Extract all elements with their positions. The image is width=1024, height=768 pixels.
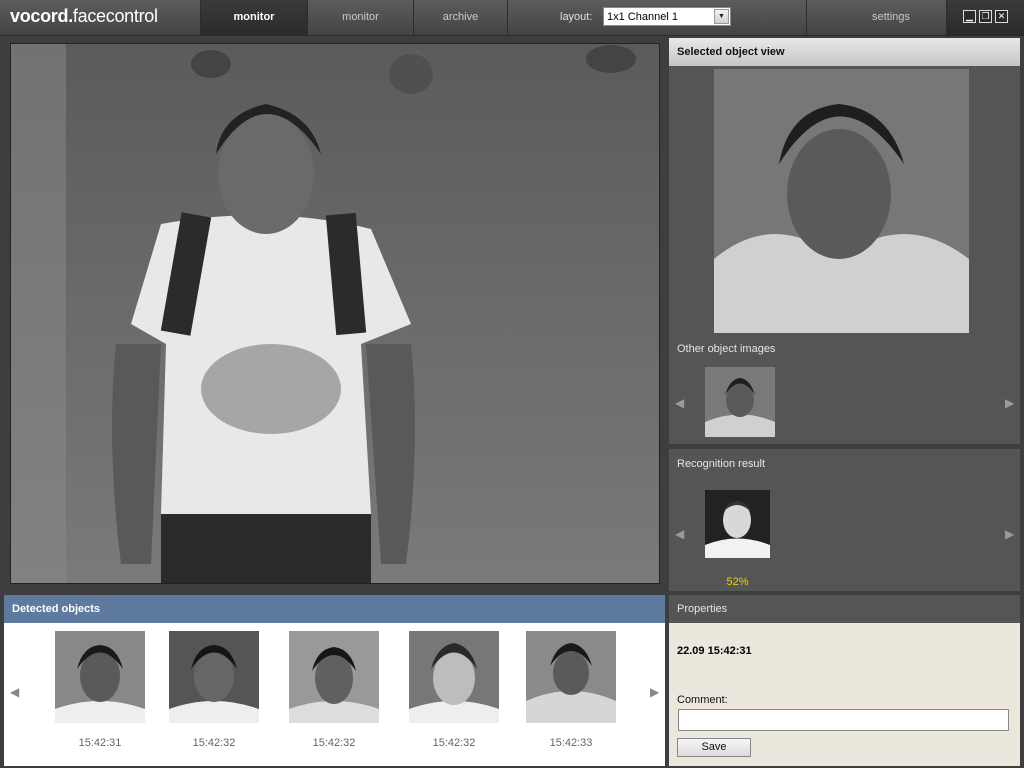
comment-label: Comment: bbox=[677, 694, 728, 706]
detected-time-5: 15:42:33 bbox=[549, 737, 593, 749]
restore-icon[interactable]: ❐ bbox=[979, 10, 992, 23]
chevron-right-icon[interactable]: ▶ bbox=[1005, 396, 1014, 410]
recognition-panel: Recognition result ◀ 52% ▶ bbox=[669, 449, 1020, 591]
chevron-right-icon[interactable]: ▶ bbox=[650, 685, 659, 699]
video-frame-image bbox=[11, 44, 659, 583]
chevron-left-icon[interactable]: ◀ bbox=[675, 527, 684, 541]
settings-link[interactable]: settings bbox=[872, 11, 910, 23]
recognition-title: Recognition result bbox=[677, 458, 766, 470]
layout-select-value: 1x1 Channel 1 bbox=[607, 11, 678, 23]
close-icon[interactable]: ✕ bbox=[995, 10, 1008, 23]
other-object-thumbnail[interactable] bbox=[705, 367, 775, 437]
detected-time-2: 15:42:32 bbox=[192, 737, 236, 749]
layout-select[interactable]: 1x1 Channel 1 ▼ bbox=[603, 7, 731, 26]
properties-panel: Properties 22.09 15:42:31 Comment: Save bbox=[669, 595, 1020, 766]
recognition-match-image[interactable] bbox=[705, 490, 770, 558]
tab-archive[interactable]: archive bbox=[413, 0, 508, 35]
object-datetime: 22.09 15:42:31 bbox=[677, 645, 752, 657]
tab-monitor[interactable]: monitor bbox=[307, 0, 413, 35]
detected-face-5[interactable] bbox=[526, 631, 616, 723]
window-controls: ▁ ❐ ✕ bbox=[946, 0, 1024, 35]
layout-label: layout: bbox=[560, 11, 593, 23]
chevron-left-icon[interactable]: ◀ bbox=[10, 685, 19, 699]
selected-object-title: Selected object view bbox=[669, 38, 1020, 66]
tab-monitor-active[interactable]: monitor bbox=[200, 0, 307, 35]
detected-time-3: 15:42:32 bbox=[312, 737, 356, 749]
detected-face-2[interactable] bbox=[169, 631, 259, 723]
detected-objects-panel: Detected objects ◀ 15:42:31 15:42:32 15:… bbox=[4, 595, 665, 766]
save-button[interactable]: Save bbox=[677, 738, 751, 757]
properties-title: Properties bbox=[669, 595, 1020, 623]
comment-input[interactable] bbox=[678, 709, 1009, 731]
chevron-right-icon[interactable]: ▶ bbox=[1005, 527, 1014, 541]
detected-time-4: 15:42:32 bbox=[432, 737, 476, 749]
detected-time-1: 15:42:31 bbox=[78, 737, 122, 749]
minimize-icon[interactable]: ▁ bbox=[963, 10, 976, 23]
video-feed[interactable] bbox=[10, 43, 660, 584]
top-bar: vocord.facecontrol monitor monitor archi… bbox=[0, 0, 1024, 36]
selected-object-panel: Selected object view Other object images… bbox=[669, 38, 1020, 444]
recognition-score: 52% bbox=[726, 576, 749, 588]
chevron-left-icon[interactable]: ◀ bbox=[675, 396, 684, 410]
detected-face-3[interactable] bbox=[289, 631, 379, 723]
selected-object-image bbox=[714, 69, 969, 333]
detected-face-4[interactable] bbox=[409, 631, 499, 723]
other-images-label: Other object images bbox=[677, 343, 776, 355]
detected-objects-title: Detected objects bbox=[4, 595, 665, 623]
app-logo: vocord.facecontrol bbox=[10, 6, 158, 26]
chevron-down-icon[interactable]: ▼ bbox=[714, 9, 729, 24]
detected-face-1[interactable] bbox=[55, 631, 145, 723]
